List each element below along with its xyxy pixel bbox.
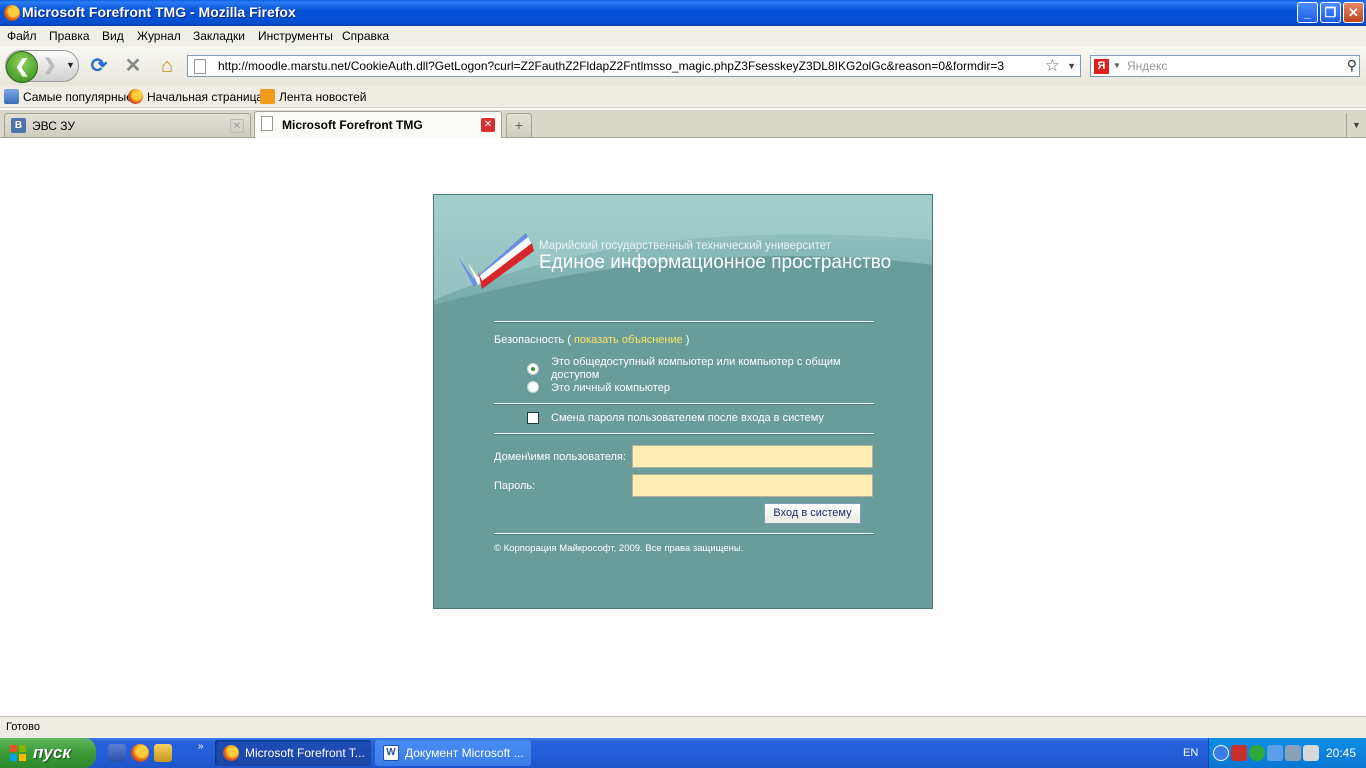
firefox-icon <box>223 745 239 761</box>
tab-close-icon[interactable]: ✕ <box>230 119 244 133</box>
stop-icon[interactable]: ✕ <box>122 55 144 77</box>
username-input[interactable] <box>632 445 873 468</box>
divider <box>494 433 874 435</box>
home-icon[interactable]: ⌂ <box>156 55 178 77</box>
url-bar[interactable]: http://moodle.marstu.net/CookieAuth.dll?… <box>187 55 1081 77</box>
firefox-icon <box>128 89 143 105</box>
back-button[interactable]: ❮ <box>6 51 38 83</box>
rss-icon <box>260 89 275 105</box>
volume-icon[interactable] <box>1303 745 1319 761</box>
firefox-icon <box>4 5 20 21</box>
minimize-button[interactable]: _ <box>1297 2 1318 23</box>
task-word[interactable]: W Документ Microsoft ... <box>375 740 531 766</box>
word-icon: W <box>383 745 399 761</box>
public-computer-label: Это общедоступный компьютер или компьюте… <box>551 356 841 368</box>
password-label: Пароль: <box>494 480 536 492</box>
maximize-button[interactable]: ❐ <box>1320 2 1341 23</box>
taskbar: пуск » Microsoft Forefront T... W Докуме… <box>0 738 1366 768</box>
tray-device-icon[interactable] <box>1285 745 1301 761</box>
tab-close-icon[interactable]: ✕ <box>481 118 495 132</box>
private-computer-label: Это личный компьютер <box>551 382 670 394</box>
bookmark-news-feed[interactable]: Лента новостей <box>260 89 367 105</box>
copyright-text: © Корпорация Майкрософт, 2009. Все права… <box>494 543 744 554</box>
url-text[interactable]: http://moodle.marstu.net/CookieAuth.dll?… <box>218 59 1004 73</box>
bookmarks-bar: Самые популярные Начальная страница Лент… <box>0 86 1366 108</box>
clock: 20:45 <box>1325 746 1356 760</box>
login-panel: Марийский государственный технический ун… <box>433 194 933 609</box>
public-computer-radio[interactable] <box>527 363 539 375</box>
menu-bar: Файл Правка Вид Журнал Закладки Инструме… <box>0 26 1366 46</box>
public-computer-label-cont: доступом <box>551 369 600 381</box>
divider <box>494 403 874 405</box>
security-label: Безопасность ( показать объяснение ) <box>494 334 690 346</box>
change-password-label: Смена пароля пользователем после входа в… <box>551 412 824 424</box>
bookmark-most-visited[interactable]: Самые популярные <box>4 89 133 105</box>
search-bar: Я ▼ ⚲ <box>1090 55 1360 77</box>
show-explanation-link[interactable]: показать объяснение <box>574 334 683 346</box>
university-name: Марийский государственный технический ун… <box>539 240 832 252</box>
password-input[interactable] <box>632 474 873 497</box>
new-tab-button[interactable]: + <box>506 113 532 137</box>
username-label: Домен\имя пользователя: <box>494 451 626 463</box>
status-bar: Готово <box>0 716 1366 738</box>
reload-icon[interactable]: ⟳ <box>88 55 110 77</box>
login-button[interactable]: Вход в систему <box>764 503 861 524</box>
private-computer-radio[interactable] <box>527 381 539 393</box>
firefox-quicklaunch-icon[interactable] <box>131 744 149 762</box>
language-indicator[interactable]: EN <box>1183 747 1198 759</box>
quicklaunch-more-icon[interactable]: » <box>198 741 204 752</box>
bookmark-star-icon[interactable]: ☆ <box>1045 56 1060 76</box>
divider <box>494 321 874 323</box>
menu-edit[interactable]: Правка <box>49 29 90 43</box>
search-icon[interactable]: ⚲ <box>1347 57 1357 74</box>
quicklaunch-app-icon[interactable] <box>154 744 172 762</box>
window-title: Microsoft Forefront TMG - Mozilla Firefo… <box>22 4 296 20</box>
tab-bar: В ЭВС ЗУ ✕ Microsoft Forefront TMG ✕ + ▼ <box>0 110 1366 138</box>
url-dropdown-icon[interactable]: ▼ <box>1067 61 1076 71</box>
history-dropdown-icon[interactable]: ▼ <box>66 60 75 70</box>
tray-status-icon[interactable] <box>1249 745 1265 761</box>
forward-button[interactable]: ❯ <box>40 56 60 76</box>
page-icon <box>194 59 206 74</box>
windows-flag-icon <box>10 745 27 762</box>
tab-evs-zu[interactable]: В ЭВС ЗУ ✕ <box>4 113 251 137</box>
page-icon <box>261 116 273 131</box>
tray-app-icon[interactable] <box>1231 745 1247 761</box>
menu-file[interactable]: Файл <box>7 29 37 43</box>
tab-list-dropdown-icon[interactable]: ▼ <box>1346 113 1366 137</box>
menu-history[interactable]: Журнал <box>137 29 181 43</box>
folder-search-icon <box>4 89 19 105</box>
menu-view[interactable]: Вид <box>102 29 124 43</box>
search-engine-dropdown-icon[interactable]: ▼ <box>1113 61 1121 70</box>
vk-icon: В <box>11 118 26 133</box>
close-button[interactable]: ✕ <box>1343 2 1364 23</box>
network-icon[interactable] <box>1267 745 1283 761</box>
show-desktop-icon[interactable] <box>108 744 126 762</box>
divider <box>494 533 874 535</box>
status-text: Готово <box>6 721 40 733</box>
menu-tools[interactable]: Инструменты <box>258 29 333 43</box>
title-bar: Microsoft Forefront TMG - Mozilla Firefo… <box>0 0 1366 26</box>
system-title: Единое информационное пространство <box>539 252 892 273</box>
menu-help[interactable]: Справка <box>342 29 389 43</box>
system-tray: 20:45 <box>1208 738 1366 768</box>
search-input[interactable] <box>1125 58 1335 74</box>
change-password-checkbox[interactable] <box>527 412 539 424</box>
page-content: Марийский государственный технический ун… <box>0 138 1366 716</box>
back-forward-group: ❮ ❯ ▼ <box>5 50 79 83</box>
tab-forefront-tmg[interactable]: Microsoft Forefront TMG ✕ <box>254 111 502 138</box>
bookmark-home-page[interactable]: Начальная страница <box>128 89 263 105</box>
task-firefox[interactable]: Microsoft Forefront T... <box>215 740 371 766</box>
tray-expand-icon[interactable] <box>1213 745 1229 761</box>
menu-bookmarks[interactable]: Закладки <box>193 29 245 43</box>
start-button[interactable]: пуск <box>0 738 96 768</box>
yandex-icon[interactable]: Я <box>1094 59 1109 74</box>
